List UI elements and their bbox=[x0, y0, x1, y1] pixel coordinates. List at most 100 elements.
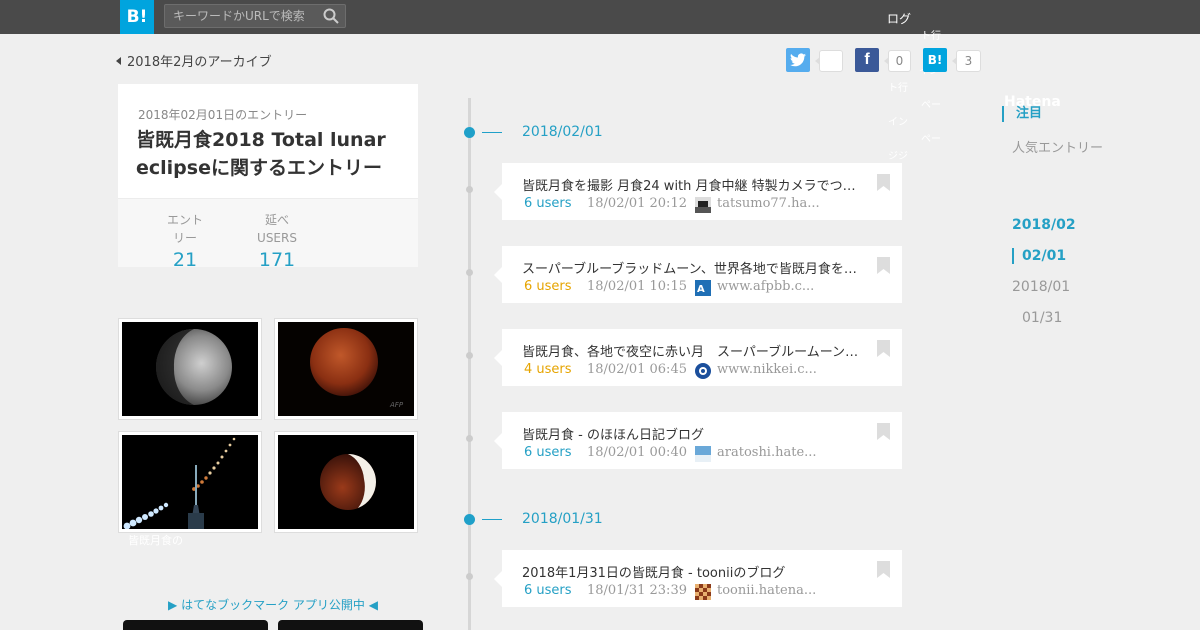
users-count: 171 bbox=[258, 249, 296, 271]
timeline-entry-marker bbox=[466, 435, 473, 442]
svg-text:A: A bbox=[697, 284, 705, 295]
search-icon[interactable] bbox=[323, 8, 339, 24]
entry-timestamp: 18/02/01 10:15 bbox=[587, 279, 687, 294]
site-favicon-icon bbox=[695, 584, 711, 600]
overflow-label: ジジ bbox=[888, 151, 908, 162]
timeline-date-connector bbox=[482, 519, 502, 520]
entries-stat-label-top: エント bbox=[166, 213, 203, 227]
timeline-entry-marker bbox=[466, 573, 473, 580]
stats-panel: エント リー 21 延べ USERS 171 bbox=[118, 198, 418, 271]
entry-card[interactable]: 皆既月食 - のほほん日記ブログ 6 users 18/02/01 00:40 … bbox=[494, 412, 902, 469]
entry-timestamp: 18/01/31 23:39 bbox=[587, 583, 687, 598]
entry-users-count[interactable]: 4 users bbox=[524, 362, 572, 377]
entry-card[interactable]: 皆既月食を撮影 月食24 with 月食中継 特製カメラでつかまえた - Cir… bbox=[494, 163, 902, 220]
entry-users-count[interactable]: 6 users bbox=[524, 445, 572, 460]
image-caption: 皆既月食の bbox=[128, 534, 183, 547]
entry-card[interactable]: スーパーブルーブラッドムーン、世界各地で皆既月食を観測 米国では35年ぶりの皆既… bbox=[494, 246, 902, 303]
day-link-02-01[interactable]: 02/01 bbox=[1012, 248, 1066, 264]
entry-card[interactable]: 2018年1月31日の皆既月食 - tooniiのブログ 6 users 18/… bbox=[494, 550, 902, 607]
afp-favicon-icon: A bbox=[695, 280, 711, 296]
users-stat-label-top: 延べ bbox=[264, 213, 289, 227]
entry-title[interactable]: スーパーブルーブラッドムーン、世界各地で皆既月食を観測 米国では35年ぶりの皆既… bbox=[522, 258, 867, 277]
hatena-bookmark-count: 3 bbox=[952, 50, 981, 72]
day-link-01-31[interactable]: 01/31 bbox=[1022, 310, 1062, 326]
timeline-date-marker bbox=[464, 514, 475, 525]
entry-title[interactable]: 2018年1月31日の皆既月食 - tooniiのブログ bbox=[522, 562, 867, 581]
timeline-date-heading: 2018/02/01 bbox=[522, 124, 603, 140]
hatena-bookmark-icon: B! bbox=[927, 53, 943, 67]
entry-users-count[interactable]: 6 users bbox=[524, 196, 572, 211]
moon-image: AFP bbox=[278, 322, 414, 416]
hatena-bookmark-logo[interactable]: B! bbox=[120, 0, 154, 34]
timeline-entry-marker bbox=[466, 352, 473, 359]
summary-card: 2018年02月01日のエントリー 皆既月食2018 Total lunar e… bbox=[118, 84, 418, 271]
entry-card[interactable]: 皆既月食、各地で夜空に赤い月 スーパーブルームーンと重なる天体ショー 4 use… bbox=[494, 329, 902, 386]
bookmark-icon[interactable] bbox=[877, 174, 890, 191]
nav-item-popular[interactable]: 人気エントリー bbox=[1012, 137, 1103, 156]
thumbnail-skytree-eclipse[interactable] bbox=[118, 431, 262, 533]
bookmark-icon[interactable] bbox=[877, 561, 890, 578]
bookmark-icon[interactable] bbox=[877, 257, 890, 274]
month-link-2018-02[interactable]: 2018/02 bbox=[1012, 217, 1076, 233]
bookmark-icon[interactable] bbox=[877, 423, 890, 440]
app-store-badge[interactable] bbox=[123, 620, 268, 630]
users-stat: 延べ USERS 171 bbox=[242, 211, 312, 271]
entry-title[interactable]: 皆既月食、各地で夜空に赤い月 スーパーブルームーンと重なる天体ショー bbox=[522, 341, 867, 360]
entry-timestamp: 18/02/01 20:12 bbox=[587, 196, 687, 211]
overflow-label: イン bbox=[888, 117, 908, 128]
nikkei-favicon-icon bbox=[695, 363, 711, 379]
facebook-share-count: 0 bbox=[884, 50, 911, 72]
entry-title[interactable]: 皆既月食 - のほほん日記ブログ bbox=[522, 424, 867, 443]
entries-count: 21 bbox=[172, 249, 198, 271]
entry-timestamp: 18/02/01 00:40 bbox=[587, 445, 687, 460]
month-link-2018-01[interactable]: 2018/01 bbox=[1012, 279, 1070, 295]
entries-stat: エント リー 21 bbox=[150, 211, 220, 271]
login-link[interactable]: ログ bbox=[887, 10, 911, 27]
svg-text:AFP: AFP bbox=[389, 401, 404, 409]
google-play-badge[interactable] bbox=[278, 620, 423, 630]
archive-back-link[interactable]: 2018年2月のアーカイブ bbox=[116, 51, 272, 70]
entry-users-count[interactable]: 6 users bbox=[524, 279, 572, 294]
timeline-date-connector bbox=[482, 132, 502, 133]
top-bar: B! ログ bbox=[0, 0, 1200, 34]
overflow-label: ペー bbox=[921, 100, 941, 111]
nav-item-featured[interactable]: 注目 bbox=[1002, 106, 1042, 122]
overflow-label: ペー bbox=[921, 134, 941, 145]
bookmark-icon[interactable] bbox=[877, 340, 890, 357]
twitter-icon bbox=[790, 53, 806, 67]
app-promo-link[interactable]: ▶ はてなブックマーク アプリ公開中 ◀ bbox=[120, 596, 426, 613]
site-favicon-icon bbox=[695, 446, 711, 462]
timeline-entry-marker bbox=[466, 186, 473, 193]
archive-back-label: 2018年2月のアーカイブ bbox=[127, 55, 272, 70]
entry-users-count[interactable]: 6 users bbox=[524, 583, 572, 598]
overflow-label: ト行 bbox=[921, 31, 941, 42]
moon-image bbox=[122, 322, 258, 416]
timeline-line bbox=[468, 98, 471, 630]
site-favicon-icon bbox=[695, 197, 711, 213]
moon-image bbox=[278, 435, 414, 529]
chevron-left-icon bbox=[116, 56, 121, 65]
thumbnail-partial-eclipse[interactable] bbox=[118, 318, 262, 420]
entry-host[interactable]: www.afpbb.c... bbox=[717, 279, 814, 294]
moon-image bbox=[122, 435, 258, 529]
page-title: 皆既月食2018 Total lunar eclipseに関するエントリー bbox=[136, 129, 386, 179]
thumbnail-blood-moon[interactable]: AFP bbox=[274, 318, 418, 420]
timeline-entry-marker bbox=[466, 269, 473, 276]
search-box[interactable] bbox=[164, 4, 346, 28]
entry-host[interactable]: tatsumo77.ha... bbox=[717, 196, 820, 211]
facebook-icon: f bbox=[864, 51, 870, 68]
entry-host[interactable]: toonii.hatena... bbox=[717, 583, 816, 598]
entry-host[interactable]: www.nikkei.c... bbox=[717, 362, 817, 377]
facebook-share-button[interactable]: f bbox=[855, 48, 879, 72]
hatena-bookmark-button[interactable]: B! bbox=[923, 48, 947, 72]
twitter-share-button[interactable] bbox=[786, 48, 810, 72]
thumbnail-eclipse-shadow[interactable] bbox=[274, 431, 418, 533]
entries-stat-label-bottom: リー bbox=[172, 231, 197, 245]
entry-title[interactable]: 皆既月食を撮影 月食24 with 月食中継 特製カメラでつかまえた - Cir… bbox=[522, 175, 867, 194]
overflow-label: ト行 bbox=[888, 83, 908, 94]
timeline-date-heading: 2018/01/31 bbox=[522, 511, 603, 527]
entry-timestamp: 18/02/01 06:45 bbox=[587, 362, 687, 377]
search-input[interactable] bbox=[165, 5, 315, 27]
twitter-share-count bbox=[815, 50, 843, 72]
entry-host[interactable]: aratoshi.hate... bbox=[717, 445, 817, 460]
